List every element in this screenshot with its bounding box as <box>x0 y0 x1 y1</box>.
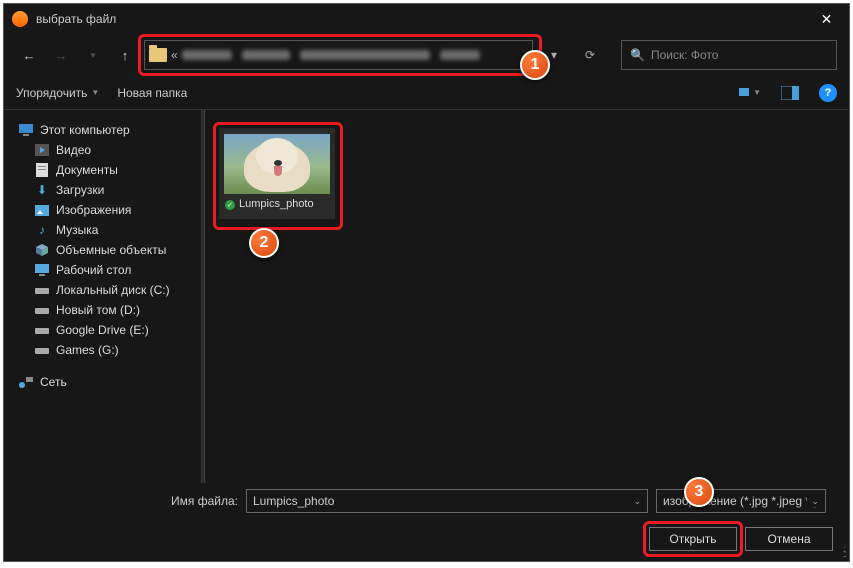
sidebar-item-desktop[interactable]: Рабочий стол <box>4 260 201 280</box>
recent-dropdown[interactable]: ▾ <box>80 42 106 68</box>
sidebar-item-drive-c[interactable]: Локальный диск (C:) <box>4 280 201 300</box>
sidebar-item-music[interactable]: ♪Музыка <box>4 220 201 240</box>
sidebar-item-drive-d[interactable]: Новый том (D:) <box>4 300 201 320</box>
chevron-down-icon: ⌄ <box>807 496 819 507</box>
filename-row: Имя файла: Lumpics_photo ⌄ изображение (… <box>4 481 849 521</box>
drive-icon <box>34 343 50 357</box>
sidebar-label: Этот компьютер <box>40 123 130 137</box>
music-icon: ♪ <box>34 223 50 237</box>
folder-icon <box>149 48 167 62</box>
callout-2: 2 <box>249 228 279 258</box>
close-button[interactable]: ✕ <box>804 4 849 34</box>
search-placeholder: Поиск: Фото <box>651 48 719 62</box>
file-thumbnail[interactable]: ✓ Lumpics_photo <box>219 128 335 219</box>
sidebar-item-documents[interactable]: Документы <box>4 160 201 180</box>
drive-icon <box>34 283 50 297</box>
sidebar-network[interactable]: Сеть <box>4 372 201 392</box>
network-icon <box>18 375 34 389</box>
pc-icon <box>18 123 34 137</box>
sidebar: Этот компьютер Видео Документы ⬇Загрузки… <box>4 110 202 483</box>
titlebar: выбрать файл ✕ <box>4 4 849 34</box>
sidebar-this-pc[interactable]: Этот компьютер <box>4 120 201 140</box>
downloads-icon: ⬇ <box>34 183 50 197</box>
nav-row: ← → ▾ ↑ « ▾ ⟳ 🔍 Поиск: Фото <box>4 34 849 76</box>
help-button[interactable]: ? <box>819 84 837 102</box>
documents-icon <box>34 163 50 177</box>
organize-label: Упорядочить <box>16 86 87 100</box>
file-dialog-window: выбрать файл ✕ ← → ▾ ↑ « ▾ ⟳ 🔍 Пои <box>3 3 850 562</box>
back-button[interactable]: ← <box>16 42 42 68</box>
breadcrumb <box>182 50 480 60</box>
breadcrumb-overflow: « <box>171 48 178 62</box>
pictures-icon <box>34 203 50 217</box>
video-icon <box>34 143 50 157</box>
chevron-down-icon: ▼ <box>753 88 761 97</box>
address-bar[interactable]: « <box>144 40 533 70</box>
cancel-button[interactable]: Отмена <box>745 527 833 551</box>
sidebar-item-drive-e[interactable]: Google Drive (E:) <box>4 320 201 340</box>
callout-3: 3 <box>684 477 714 507</box>
sidebar-item-3d[interactable]: Объемные объекты <box>4 240 201 260</box>
open-button[interactable]: Открыть <box>649 527 737 551</box>
resize-grip[interactable]: .:.:: <box>843 547 845 557</box>
filename-value: Lumpics_photo <box>253 494 334 508</box>
file-name-label: Lumpics_photo <box>239 198 314 211</box>
app-icon <box>12 11 28 27</box>
sidebar-item-drive-g[interactable]: Games (G:) <box>4 340 201 360</box>
drive-icon <box>34 323 50 337</box>
window-title: выбрать файл <box>36 12 804 26</box>
up-button[interactable]: ↑ <box>112 42 138 68</box>
search-input[interactable]: 🔍 Поиск: Фото <box>621 40 837 70</box>
view-mode-button[interactable]: ▼ <box>739 84 761 102</box>
drive-icon <box>34 303 50 317</box>
new-folder-button[interactable]: Новая папка <box>117 86 187 100</box>
forward-button[interactable]: → <box>48 42 74 68</box>
sidebar-item-pictures[interactable]: Изображения <box>4 200 201 220</box>
toolbar: Упорядочить ▼ Новая папка ▼ ? <box>4 76 849 110</box>
sidebar-item-video[interactable]: Видео <box>4 140 201 160</box>
refresh-button[interactable]: ⟳ <box>575 40 605 70</box>
new-folder-label: Новая папка <box>117 86 187 100</box>
sync-check-icon: ✓ <box>225 200 235 210</box>
file-list[interactable]: ✓ Lumpics_photo 2 <box>205 110 849 483</box>
chevron-down-icon: ⌄ <box>633 496 641 507</box>
preview-pane-button[interactable] <box>779 84 801 102</box>
callout-1: 1 <box>520 50 550 80</box>
chevron-down-icon: ▼ <box>91 88 99 97</box>
desktop-icon <box>34 263 50 277</box>
button-row: Открыть Отмена <box>4 521 849 561</box>
organize-button[interactable]: Упорядочить ▼ <box>16 86 99 100</box>
file-type-filter[interactable]: изображение (*.jpg *.jpeg *.png) ⌄ <box>656 489 826 513</box>
sidebar-item-downloads[interactable]: ⬇Загрузки <box>4 180 201 200</box>
thumbnail-image <box>224 134 330 194</box>
cube-icon <box>34 243 50 257</box>
search-icon: 🔍 <box>630 48 645 62</box>
filename-input[interactable]: Lumpics_photo ⌄ <box>246 489 648 513</box>
filename-label: Имя файла: <box>20 494 238 508</box>
